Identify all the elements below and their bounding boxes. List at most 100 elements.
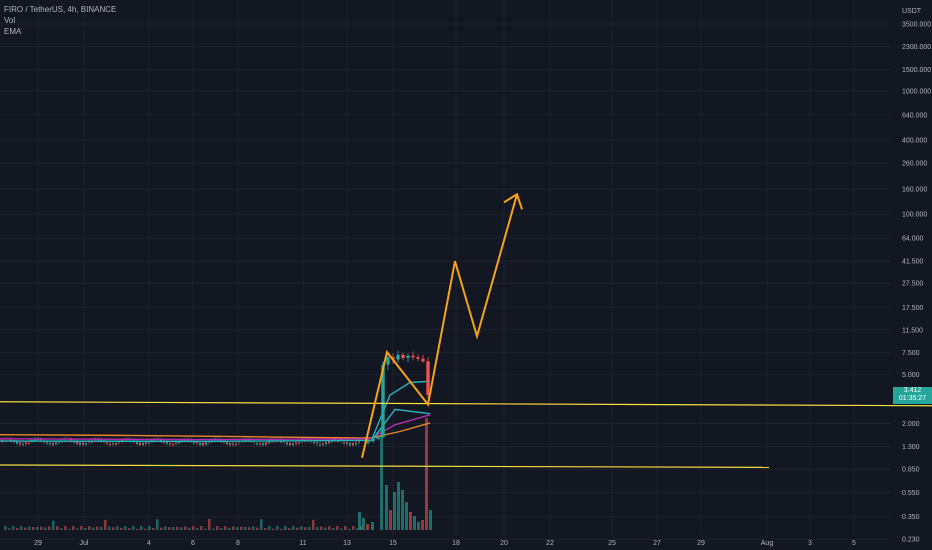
history-candle <box>298 442 300 444</box>
volume-bar <box>80 526 83 530</box>
volume-bar <box>244 526 247 530</box>
price-tick-label: 260.000 <box>902 161 927 168</box>
history-candle <box>55 442 57 444</box>
history-candle <box>262 443 264 445</box>
candle-body <box>416 357 420 359</box>
volume-bar <box>68 528 71 530</box>
volume-bar <box>240 526 243 530</box>
volume-bar <box>304 527 307 530</box>
volume-bar <box>84 528 87 530</box>
history-candle <box>292 443 294 445</box>
history-candle <box>268 441 270 444</box>
history-candle <box>178 441 180 444</box>
volume-bar <box>92 527 95 530</box>
time-tick-label: 15 <box>389 540 397 547</box>
volume-bar <box>72 526 75 530</box>
volume-bar <box>8 528 11 530</box>
history-candle <box>256 443 258 445</box>
history-candle <box>115 443 117 445</box>
history-candle <box>205 442 207 445</box>
time-tick-label: 27 <box>653 540 661 547</box>
time-tick-label: Aug <box>761 540 774 547</box>
volume-bar <box>228 527 231 530</box>
volume-bar <box>104 519 107 530</box>
volume-bar <box>28 526 31 530</box>
volume-bar <box>168 527 171 530</box>
volume-bar <box>336 526 339 530</box>
volume-bar <box>324 527 327 530</box>
volume-bar <box>405 502 408 530</box>
projection-drawing[interactable] <box>361 192 523 459</box>
time-axis[interactable]: 29 Jul 4 6 8 11 13 15 18 20 22 25 27 29 Aug 3 5 <box>34 540 856 547</box>
volume-bar <box>20 526 23 530</box>
volume-bar <box>140 526 143 530</box>
volume-bar <box>348 528 351 530</box>
candle-body <box>411 355 415 358</box>
history-candle <box>52 443 54 445</box>
history-candle <box>196 442 198 444</box>
volume-bar <box>120 527 123 530</box>
chart-legend: FIRO / TetherUS, 4h, BINANCE Vol EMA <box>4 4 116 37</box>
volume-bar <box>40 526 43 530</box>
price-tick-label: 640.000 <box>902 112 927 119</box>
volume-bar <box>292 526 295 530</box>
history-candle <box>22 443 24 445</box>
history-candle <box>343 442 345 444</box>
time-tick-label: 8 <box>236 540 240 547</box>
volume-bar <box>300 526 303 530</box>
history-candle <box>352 443 354 446</box>
volume-bar <box>76 528 79 530</box>
volume-bar <box>112 527 115 530</box>
history-candle <box>346 442 348 444</box>
history-candle <box>232 443 234 445</box>
volume-bar <box>136 528 139 530</box>
volume-bar <box>268 526 271 530</box>
time-tick-label: 22 <box>546 540 554 547</box>
volume-bar <box>152 528 155 530</box>
history-candle <box>328 441 330 444</box>
time-tick-label: 18 <box>452 540 460 547</box>
volume-bar <box>64 526 67 530</box>
volume-bar <box>264 528 267 530</box>
volume-bar <box>160 527 163 530</box>
history-candle <box>28 442 30 444</box>
volume-bar <box>224 526 227 530</box>
candle-countdown: 01:35:27 <box>898 394 927 402</box>
volume-bar <box>172 526 175 530</box>
history-candle <box>85 443 87 445</box>
history-candle <box>358 441 360 443</box>
history-candle <box>19 442 21 445</box>
price-tick-label: 1500.000 <box>902 67 931 74</box>
candle-body <box>386 357 390 365</box>
price-tick-label: 27.500 <box>902 281 924 288</box>
history-candle <box>145 442 147 444</box>
price-axis[interactable]: USDT 3500.000 2300.000 1500.000 1000.000 640… <box>902 8 931 544</box>
vertical-gridlines <box>37 0 855 535</box>
price-tick-label: 2300.000 <box>902 44 931 51</box>
history-candle <box>226 442 228 445</box>
volume-bar <box>312 519 315 530</box>
volume-bar <box>288 528 291 530</box>
volume-bar <box>380 430 383 530</box>
volume-bar <box>132 526 135 530</box>
volume-bar <box>296 527 299 530</box>
price-tick-label: 2.000 <box>902 421 920 428</box>
legend-vol[interactable]: Vol <box>4 15 116 26</box>
volume-bar <box>352 526 355 530</box>
volume-bar <box>56 526 59 530</box>
price-tick-label: 400.000 <box>902 138 927 145</box>
candle-body <box>406 355 410 358</box>
legend-ema[interactable]: EMA <box>4 26 116 37</box>
history-candle <box>235 443 237 445</box>
price-tick-label: 160.000 <box>902 187 927 194</box>
legend-symbol[interactable]: FIRO / TetherUS, 4h, BINANCE <box>4 4 116 15</box>
volume-bar <box>204 528 207 530</box>
price-chart[interactable]: USDT 3500.0002300.0001500.0001000.000640… <box>0 0 932 550</box>
history-candle <box>169 443 171 445</box>
price-tick-label: 11.500 <box>902 327 923 334</box>
history-candle <box>199 443 201 445</box>
volume-bar <box>176 526 179 530</box>
support-lines[interactable] <box>0 401 932 468</box>
volume-bar <box>252 526 255 530</box>
volume-bar <box>96 526 99 530</box>
